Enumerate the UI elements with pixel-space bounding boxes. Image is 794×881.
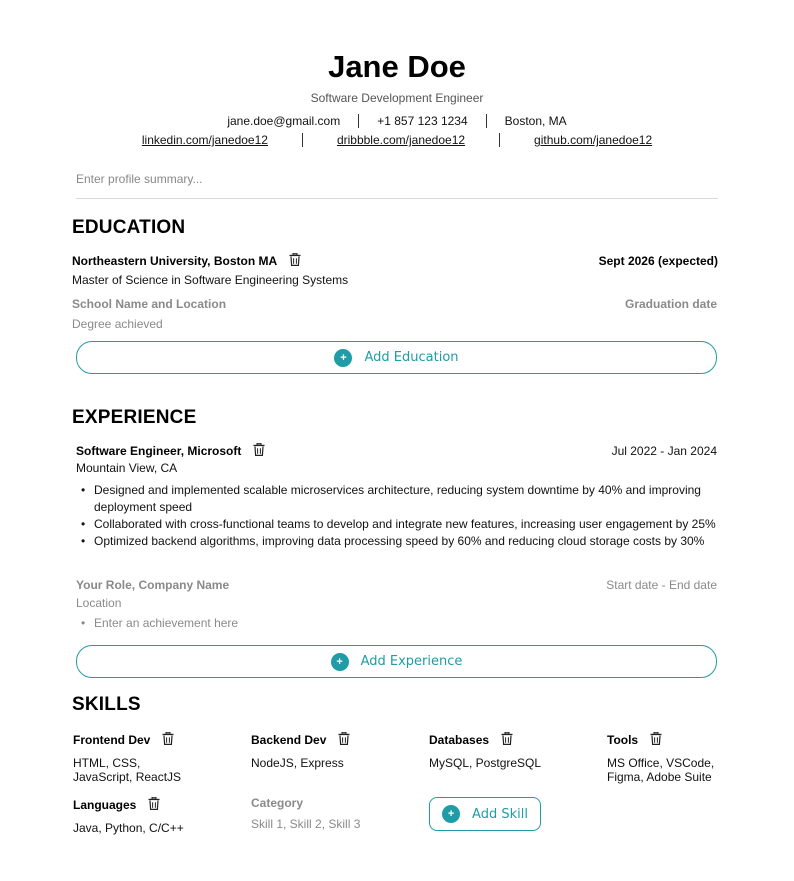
achievement-placeholder[interactable]: Enter an achievement here xyxy=(76,615,716,632)
achievement-list: Designed and implemented scalable micros… xyxy=(76,482,716,550)
links-row: linkedin.com/janedoe12 dribbble.com/jane… xyxy=(0,133,794,147)
trash-icon[interactable] xyxy=(253,443,265,456)
linkedin-link[interactable]: linkedin.com/janedoe12 xyxy=(108,133,302,147)
skill-label[interactable]: Tools xyxy=(607,733,638,747)
summary-placeholder: Enter profile summary... xyxy=(76,172,203,186)
profile-summary-input[interactable]: Enter profile summary... xyxy=(76,172,718,199)
skill-category: Backend Dev NodeJS, Express xyxy=(251,731,421,770)
skill-category-placeholder: Category Skill 1, Skill 2, Skill 3 xyxy=(251,796,421,831)
skill-label[interactable]: Databases xyxy=(429,733,489,747)
plus-circle-icon: + xyxy=(334,348,353,367)
education-placeholder-header: School Name and Location Graduation date xyxy=(72,297,717,311)
experience-heading: EXPERIENCE xyxy=(72,407,197,428)
contact-row: jane.doe@gmail.com +1 857 123 1234 Bosto… xyxy=(0,114,794,128)
email-text[interactable]: jane.doe@gmail.com xyxy=(209,114,358,128)
trash-icon[interactable] xyxy=(338,732,350,745)
resume-subtitle[interactable]: Software Development Engineer xyxy=(0,91,794,105)
skill-values[interactable]: HTML, CSS, JavaScript, ReactJS xyxy=(73,756,198,784)
school-placeholder[interactable]: School Name and Location xyxy=(72,297,226,311)
category-placeholder[interactable]: Category xyxy=(251,796,303,810)
skill-label[interactable]: Backend Dev xyxy=(251,733,326,747)
phone-text[interactable]: +1 857 123 1234 xyxy=(359,114,485,128)
location-placeholder[interactable]: Location xyxy=(76,596,121,610)
location-text[interactable]: Boston, MA xyxy=(487,114,585,128)
experience-dates[interactable]: Jul 2022 - Jan 2024 xyxy=(612,444,717,458)
skills-heading: SKILLS xyxy=(72,694,141,715)
plus-circle-icon: + xyxy=(442,805,461,823)
trash-icon[interactable] xyxy=(289,253,301,266)
skill-values[interactable]: MySQL, PostgreSQL xyxy=(429,756,599,770)
trash-icon[interactable] xyxy=(650,732,662,745)
skill-values[interactable]: Java, Python, C/C++ xyxy=(73,821,243,835)
resume-name[interactable]: Jane Doe xyxy=(0,49,794,85)
add-experience-button[interactable]: + Add Experience xyxy=(76,645,717,678)
trash-icon[interactable] xyxy=(501,732,513,745)
degree-placeholder[interactable]: Degree achieved xyxy=(72,317,163,331)
dribbble-link[interactable]: dribbble.com/janedoe12 xyxy=(303,133,499,147)
experience-location[interactable]: Mountain View, CA xyxy=(76,461,177,475)
graduation-date-placeholder[interactable]: Graduation date xyxy=(625,297,717,311)
achievement-placeholder-list: Enter an achievement here xyxy=(76,615,716,632)
education-entry-header: Northeastern University, Boston MA Sept … xyxy=(72,252,718,270)
skill-values[interactable]: MS Office, VSCode, Figma, Adobe Suite xyxy=(607,756,727,784)
achievement-item[interactable]: Collaborated with cross-functional teams… xyxy=(76,516,716,533)
skill-values[interactable]: NodeJS, Express xyxy=(251,756,421,770)
experience-placeholder-header: Your Role, Company Name Start date - End… xyxy=(76,578,717,592)
education-heading: EDUCATION xyxy=(72,217,186,238)
achievement-item[interactable]: Optimized backend algorithms, improving … xyxy=(76,533,716,550)
experience-entry-header: Software Engineer, Microsoft Jul 2022 - … xyxy=(76,442,717,460)
achievement-item[interactable]: Designed and implemented scalable micros… xyxy=(76,482,716,516)
plus-circle-icon: + xyxy=(330,652,349,671)
degree-text[interactable]: Master of Science in Software Engineerin… xyxy=(72,273,348,287)
skill-category: Databases MySQL, PostgreSQL xyxy=(429,731,599,770)
role-company[interactable]: Software Engineer, Microsoft xyxy=(76,444,241,458)
skill-category: Tools MS Office, VSCode, Figma, Adobe Su… xyxy=(607,731,777,784)
add-skill-label: Add Skill xyxy=(472,806,528,822)
skill-category: Languages Java, Python, C/C++ xyxy=(73,796,243,835)
school-name[interactable]: Northeastern University, Boston MA xyxy=(72,254,277,268)
graduation-date[interactable]: Sept 2026 (expected) xyxy=(599,254,718,268)
trash-icon[interactable] xyxy=(148,797,160,810)
trash-icon[interactable] xyxy=(162,732,174,745)
skill-label[interactable]: Languages xyxy=(73,798,136,812)
role-placeholder[interactable]: Your Role, Company Name xyxy=(76,578,229,592)
add-education-button[interactable]: + Add Education xyxy=(76,341,717,374)
skill-label[interactable]: Frontend Dev xyxy=(73,733,150,747)
github-link[interactable]: github.com/janedoe12 xyxy=(500,133,686,147)
add-experience-label: Add Experience xyxy=(360,654,463,669)
add-education-label: Add Education xyxy=(364,350,459,365)
dates-placeholder[interactable]: Start date - End date xyxy=(606,578,717,592)
skills-placeholder[interactable]: Skill 1, Skill 2, Skill 3 xyxy=(251,817,421,831)
add-skill-button[interactable]: + Add Skill xyxy=(429,797,541,831)
skill-category: Frontend Dev HTML, CSS, JavaScript, Reac… xyxy=(73,731,243,784)
